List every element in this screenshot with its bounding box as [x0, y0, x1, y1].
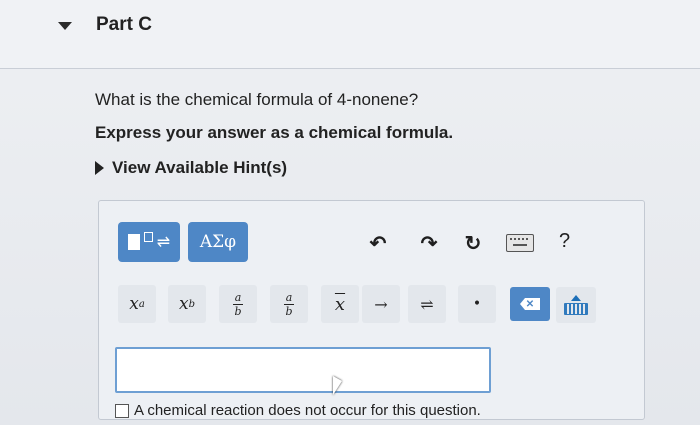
equilibrium-arrow-button[interactable]: ⇌ — [408, 285, 446, 323]
no-reaction-option[interactable]: A chemical reaction does not occur for t… — [115, 402, 481, 419]
question-text: What is the chemical formula of 4-nonene… — [95, 90, 419, 109]
part-title: Part C — [96, 14, 152, 35]
boxed-fraction-num: a — [285, 290, 293, 304]
editor-toolbar: ⇌ ΑΣφ ↶ ↷ ↻ ? — [118, 222, 590, 266]
template-block-icon — [127, 234, 140, 250]
fraction-num: a — [234, 290, 242, 304]
fraction-button[interactable]: a b — [219, 285, 257, 323]
superscript-exp: a — [138, 298, 145, 310]
caret-up-icon — [571, 295, 581, 301]
superscript-base: x — [129, 294, 139, 314]
mouse-cursor-icon — [333, 376, 342, 395]
backspace-icon: ✕ — [520, 298, 540, 310]
expand-caret-icon — [95, 161, 104, 175]
fraction-den: b — [234, 304, 242, 318]
boxed-fraction-den: b — [285, 304, 293, 318]
reset-icon[interactable]: ↻ — [460, 230, 486, 256]
greek-letters-button[interactable]: ΑΣφ — [188, 222, 248, 262]
part-header[interactable]: Part C — [0, 0, 700, 69]
keyboard-icon[interactable] — [506, 234, 534, 252]
boxed-fraction-icon: a b — [284, 292, 294, 317]
instruction-text: Express your answer as a chemical formul… — [95, 123, 454, 142]
reaction-arrow-button[interactable]: → — [362, 285, 400, 323]
redo-icon[interactable]: ↷ — [416, 230, 442, 256]
answer-input[interactable] — [115, 347, 491, 393]
view-hints-link[interactable]: View Available Hint(s) — [95, 158, 287, 178]
problem-panel: Part C What is the chemical formula of 4… — [0, 0, 700, 425]
symbol-toolbar: xa xb a b a b x → ⇌ • ✕ — [118, 285, 598, 327]
templates-button[interactable]: ⇌ — [118, 222, 180, 262]
help-button[interactable]: ? — [559, 230, 570, 253]
hints-label: View Available Hint(s) — [112, 158, 288, 177]
vector-button[interactable]: x — [321, 285, 359, 323]
template-box-icon — [143, 232, 153, 242]
equilibrium-icon: ⇌ — [156, 234, 171, 251]
no-reaction-label: A chemical reaction does not occur for t… — [134, 402, 481, 419]
collapse-caret-icon[interactable] — [58, 22, 72, 30]
no-reaction-checkbox[interactable] — [115, 403, 129, 418]
keyboard-toggle-button[interactable] — [556, 287, 596, 323]
subscript-base: x — [179, 294, 189, 314]
fraction-icon: a b — [233, 292, 243, 317]
delete-button[interactable]: ✕ — [510, 287, 550, 321]
superscript-button[interactable]: xa — [118, 285, 156, 323]
boxed-fraction-button[interactable]: a b — [270, 285, 308, 323]
subscript-button[interactable]: xb — [168, 285, 206, 323]
keyboard-icon — [564, 303, 588, 315]
undo-icon[interactable]: ↶ — [365, 230, 391, 256]
subscript-index: b — [188, 298, 195, 310]
dot-button[interactable]: • — [458, 285, 496, 323]
